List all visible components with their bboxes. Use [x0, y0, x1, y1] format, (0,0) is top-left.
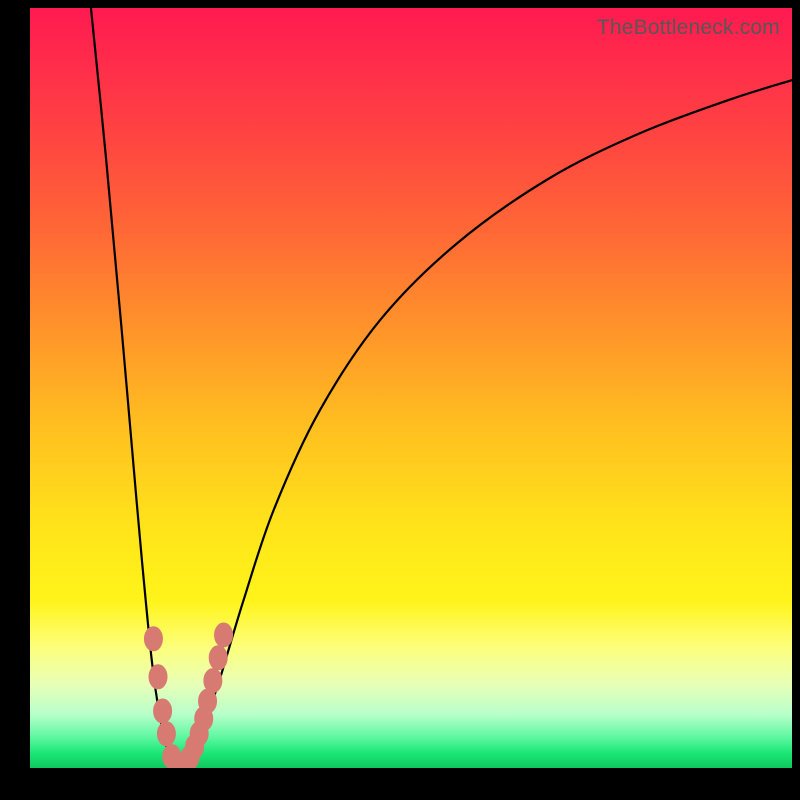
marker-dot	[215, 623, 233, 647]
marker-dot	[204, 669, 222, 693]
marker-cluster	[144, 623, 232, 768]
marker-dot	[209, 646, 227, 670]
marker-dot	[144, 627, 162, 651]
marker-dot	[154, 699, 172, 723]
watermark-text: TheBottleneck.com	[597, 16, 780, 40]
marker-dot	[149, 665, 167, 689]
plot-area: TheBottleneck.com	[30, 8, 792, 768]
marker-layer	[30, 8, 792, 768]
marker-dot	[157, 722, 175, 746]
chart-frame: TheBottleneck.com	[0, 0, 800, 800]
